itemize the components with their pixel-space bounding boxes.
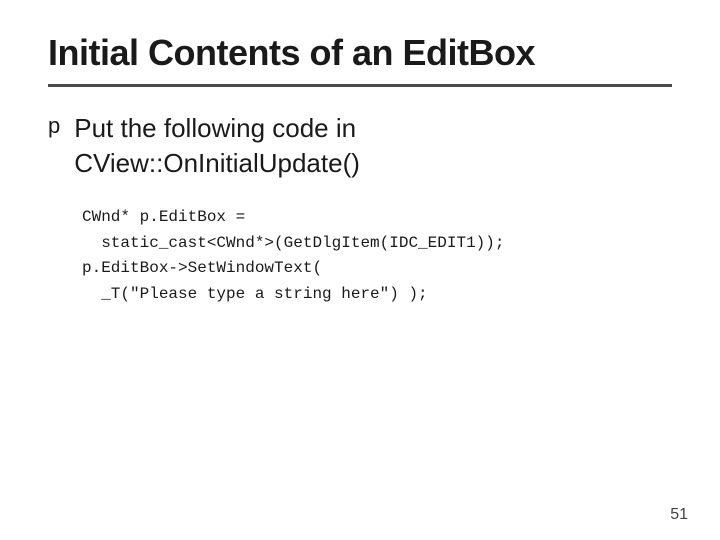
bullet-marker: p (48, 113, 60, 139)
code-line-2: static_cast<CWnd*>(GetDlgItem(IDC_EDIT1)… (82, 231, 672, 257)
bullet-text: Put the following code in CView::OnIniti… (74, 111, 360, 181)
content-area: p Put the following code in CView::OnIni… (48, 111, 672, 181)
title-area: Initial Contents of an EditBox (48, 32, 672, 87)
code-line-3: p.EditBox->SetWindowText( (82, 256, 672, 282)
bullet-text-line1: Put the following code in (74, 111, 360, 146)
code-line-1: CWnd* p.EditBox = (82, 205, 672, 231)
code-line-4: _T("Please type a string here") ); (82, 282, 672, 308)
code-block: CWnd* p.EditBox = static_cast<CWnd*>(Get… (82, 205, 672, 307)
slide: Initial Contents of an EditBox p Put the… (0, 0, 720, 540)
bullet-text-line2: CView::OnInitialUpdate() (74, 146, 360, 181)
slide-title: Initial Contents of an EditBox (48, 32, 672, 74)
page-number: 51 (670, 506, 688, 524)
